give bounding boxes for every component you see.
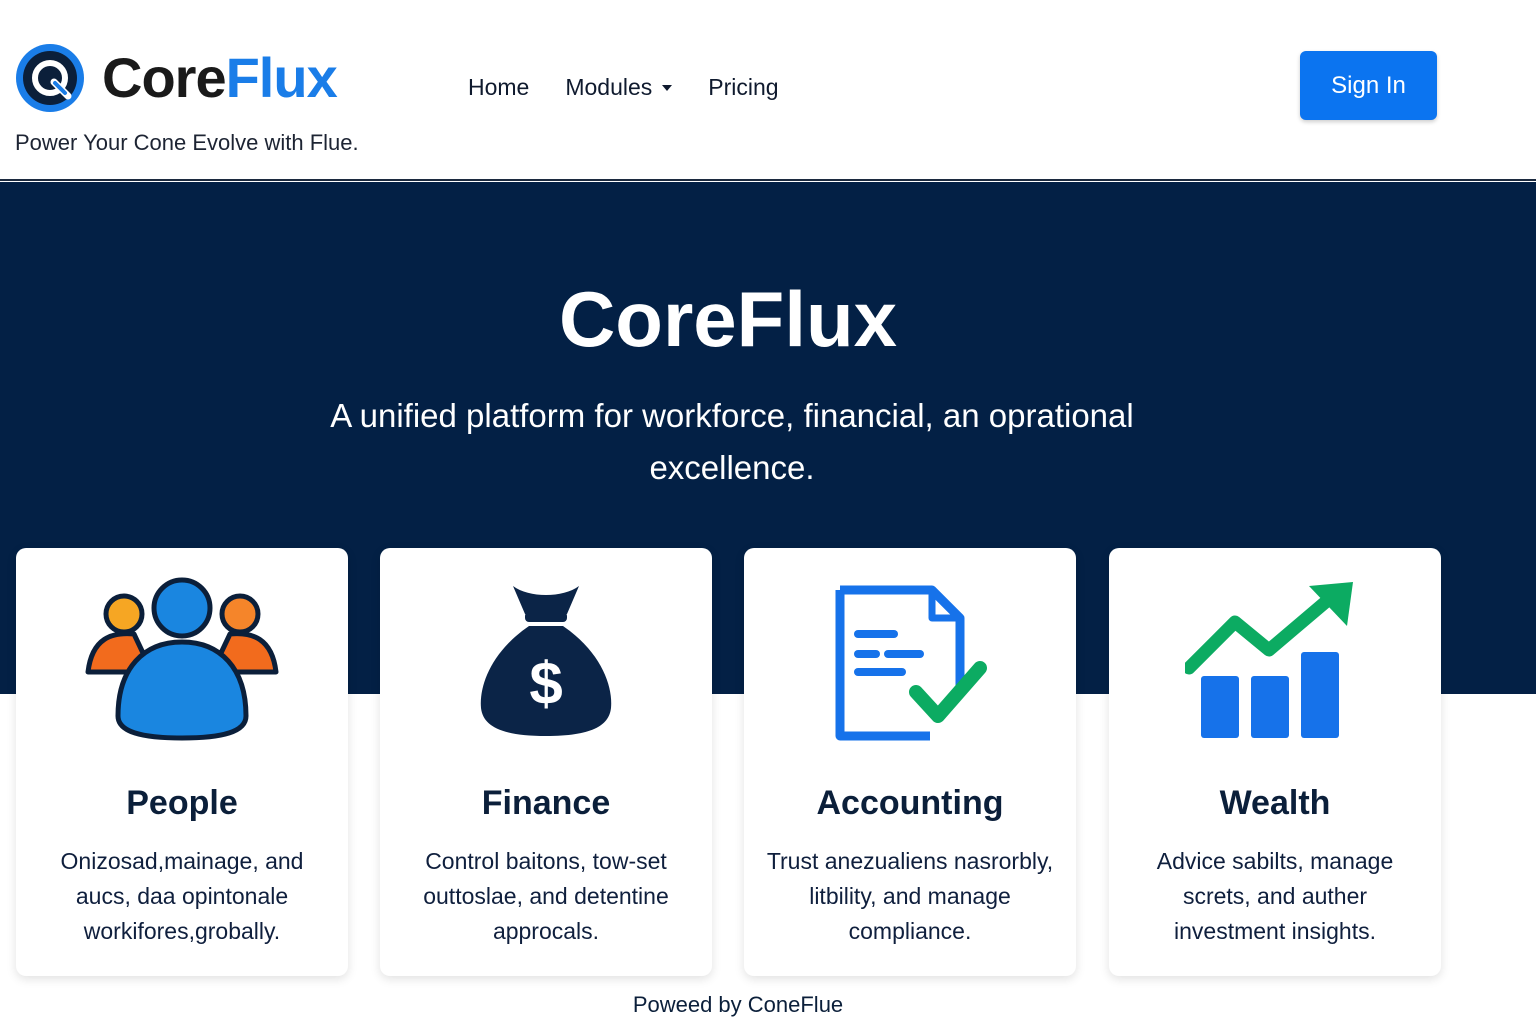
nav-modules-dropdown[interactable]: Modules [565,74,673,101]
hero-subtitle: A unified platform for workforce, financ… [330,397,1134,486]
brand-tagline: Power Your Cone Evolve with Flue. [15,130,359,155]
document-check-icon [744,576,1076,746]
sign-in-button[interactable]: Sign In [1300,51,1437,120]
nav-home-label: Home [468,74,530,100]
growth-chart-icon [1109,576,1441,746]
brand-logo[interactable]: CoreFlux [12,40,338,116]
chevron-down-icon [662,84,673,91]
nav-pricing-label: Pricing [708,74,779,100]
main-nav: Home Modules Pricing [468,74,779,101]
module-card-accounting[interactable]: Accounting Trust anezualiens nasrorbly, … [744,548,1076,976]
card-title: Accounting [816,784,1004,822]
nav-modules-label: Modules [565,74,653,100]
card-title: Finance [481,784,611,822]
money-bag-icon: $ [380,576,712,746]
brand-name-core: Core [102,46,227,109]
brand-name-flux: Flux [225,46,338,109]
people-icon [16,576,348,746]
brand-name: CoreFlux [102,50,338,106]
footer-powered-by: Poweed by ConeFlue [632,992,844,1017]
logo-mark-icon [16,44,84,112]
hero-title: CoreFlux [558,275,898,363]
module-card-people[interactable]: People Onizosad,mainage, and aucs, daa o… [16,548,348,976]
nav-pricing[interactable]: Pricing [708,74,778,101]
module-card-wealth[interactable]: Wealth Advice sabilts, manage screts, an… [1109,548,1441,976]
card-description: Trust anezualiens nasrorbly, litbility, … [766,848,1054,944]
svg-text:$: $ [529,650,562,717]
nav-home[interactable]: Home [468,74,529,101]
card-description: Advice sabilts, manage screts, and authe… [1156,848,1394,944]
card-title: Wealth [1219,784,1331,822]
card-description: Control baitons, tow-set outtoslae, and … [423,848,669,944]
card-title: People [126,784,238,822]
module-card-finance[interactable]: $ Finance Control baitons, tow-set outto… [380,548,712,976]
card-description: Onizosad,mainage, and aucs, daa opintona… [60,848,304,944]
site-header: CoreFlux Power Your Cone Evolve with Flu… [0,0,1536,181]
